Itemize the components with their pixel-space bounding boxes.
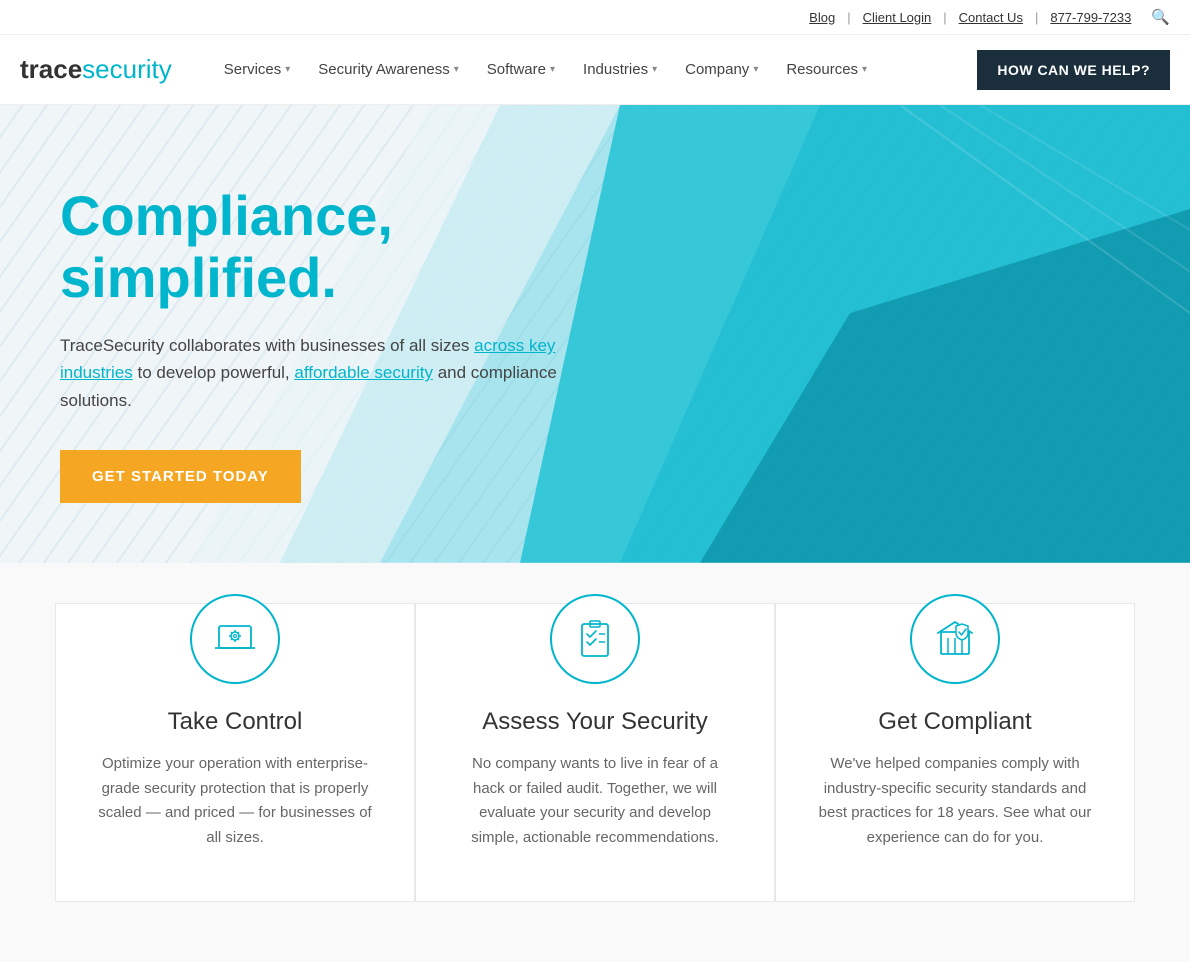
card-take-control-title: Take Control	[96, 708, 374, 736]
card-get-compliant: Get Compliant We've helped companies com…	[775, 603, 1135, 902]
hero-body-start: TraceSecurity collaborates with business…	[60, 336, 474, 355]
top-bar: Blog | Client Login | Contact Us | 877-7…	[0, 0, 1190, 35]
phone-link[interactable]: 877-799-7233	[1050, 10, 1131, 25]
contact-us-link[interactable]: Contact Us	[959, 10, 1023, 25]
sep1: |	[847, 10, 850, 25]
get-started-button[interactable]: GET STARTED TODAY	[60, 450, 301, 503]
how-can-we-help-button[interactable]: HOW CAN WE HELP?	[977, 50, 1170, 90]
laptop-gear-icon	[212, 616, 258, 662]
cards-section: Take Control Optimize your operation wit…	[0, 563, 1190, 962]
caret-icon: ▾	[652, 64, 657, 75]
hero-heading: Compliance, simplified.	[60, 185, 600, 308]
nav-item-industries[interactable]: Industries ▾	[571, 53, 669, 86]
sep2: |	[943, 10, 946, 25]
caret-icon: ▾	[862, 64, 867, 75]
caret-icon: ▾	[285, 64, 290, 75]
nav-item-security-awareness[interactable]: Security Awareness ▾	[306, 53, 471, 86]
nav-item-company[interactable]: Company ▾	[673, 53, 770, 86]
caret-icon: ▾	[454, 64, 459, 75]
nav-links: Services ▾ Security Awareness ▾ Software…	[212, 53, 978, 86]
nav-item-software[interactable]: Software ▾	[475, 53, 567, 86]
caret-icon: ▾	[753, 64, 758, 75]
caret-icon: ▾	[550, 64, 555, 75]
take-control-icon-wrap	[190, 594, 280, 684]
card-take-control: Take Control Optimize your operation wit…	[55, 603, 415, 902]
card-take-control-desc: Optimize your operation with enterprise-…	[96, 752, 374, 851]
logo-security: security	[82, 54, 172, 84]
card-assess-security: Assess Your Security No company wants to…	[415, 603, 775, 902]
blog-link[interactable]: Blog	[809, 10, 835, 25]
hero-body: TraceSecurity collaborates with business…	[60, 332, 600, 414]
search-icon[interactable]: 🔍	[1151, 8, 1170, 26]
client-login-link[interactable]: Client Login	[863, 10, 932, 25]
assess-security-icon-wrap	[550, 594, 640, 684]
card-assess-title: Assess Your Security	[456, 708, 734, 736]
building-shield-icon	[932, 616, 978, 662]
get-compliant-icon-wrap	[910, 594, 1000, 684]
card-assess-desc: No company wants to live in fear of a ha…	[456, 752, 734, 851]
logo-trace: trace	[20, 54, 82, 84]
navbar: tracesecurity Services ▾ Security Awaren…	[0, 35, 1190, 105]
hero-content: Compliance, simplified. TraceSecurity co…	[0, 105, 660, 563]
card-compliant-desc: We've helped companies comply with indus…	[816, 752, 1094, 851]
logo[interactable]: tracesecurity	[20, 54, 172, 85]
hero-body-mid: to develop powerful,	[133, 363, 295, 382]
checklist-icon	[572, 616, 618, 662]
nav-item-resources[interactable]: Resources ▾	[774, 53, 879, 86]
sep3: |	[1035, 10, 1038, 25]
nav-item-services[interactable]: Services ▾	[212, 53, 303, 86]
affordable-security-link[interactable]: affordable security	[294, 363, 433, 382]
hero-section: Compliance, simplified. TraceSecurity co…	[0, 105, 1190, 563]
card-compliant-title: Get Compliant	[816, 708, 1094, 736]
